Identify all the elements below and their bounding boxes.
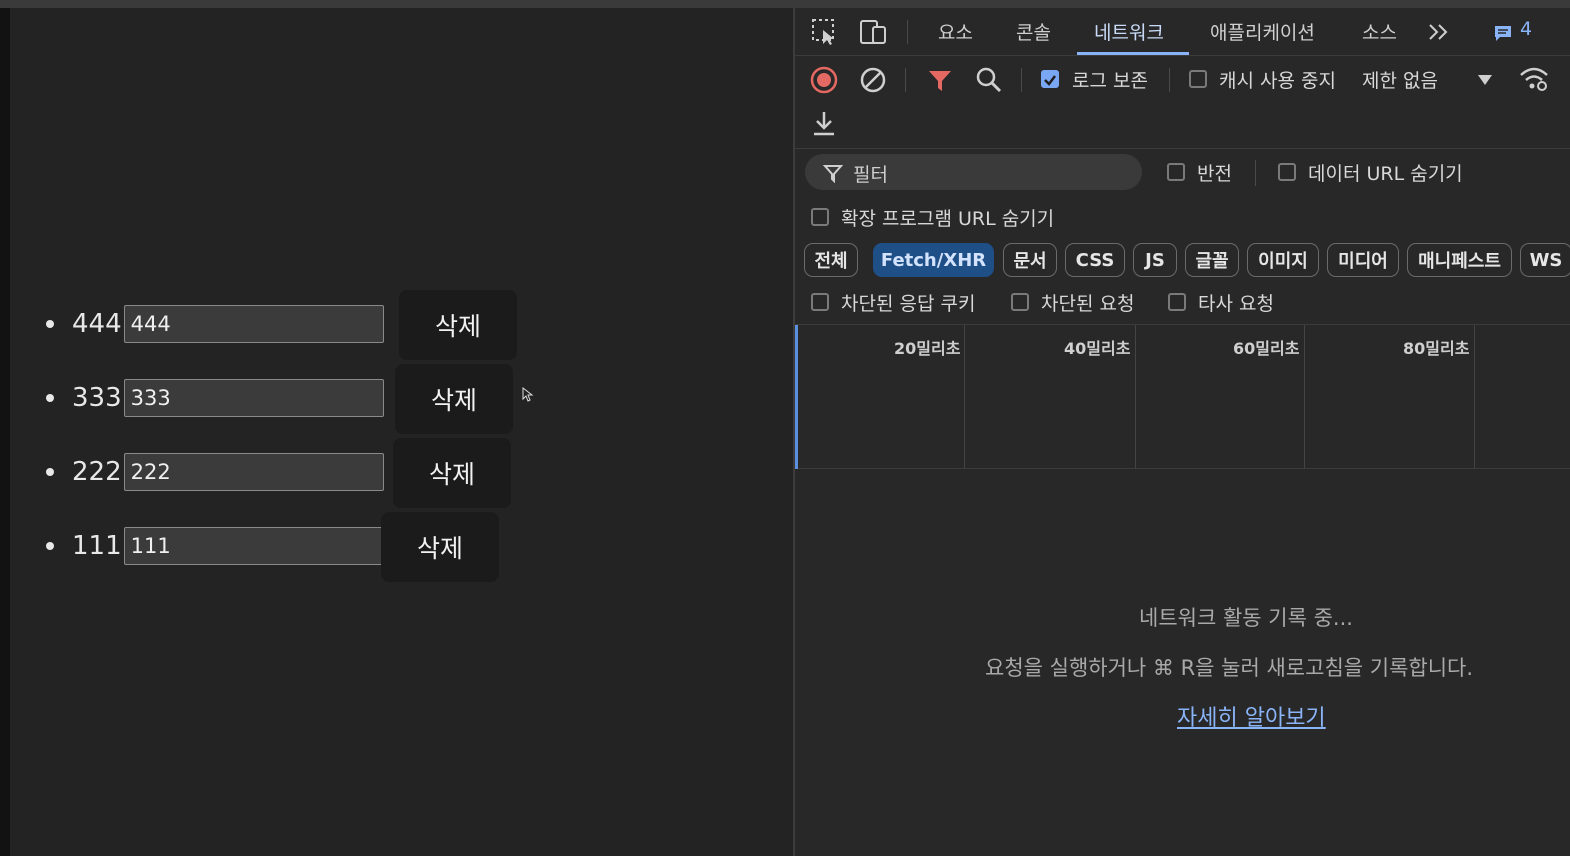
filter-placeholder: 필터 (853, 164, 888, 186)
item-text: 222 (72, 457, 122, 487)
chip-font[interactable]: 글꼴 (1185, 243, 1239, 277)
active-tab-indicator (1077, 52, 1189, 55)
separator (905, 68, 906, 92)
search-icon[interactable] (975, 66, 1003, 94)
timeline-gridline (1135, 325, 1136, 469)
list-item: 333 삭제 (46, 364, 513, 434)
blocked-requests-label: 차단된 요청 (1041, 293, 1135, 315)
filter-icon (823, 165, 843, 183)
preserve-log-label: 로그 보존 (1072, 70, 1148, 92)
blocked-cookies-checkbox[interactable] (811, 293, 829, 311)
item-edit-input[interactable] (123, 379, 384, 417)
item-edit-input[interactable] (123, 527, 384, 565)
timeline-tick-label: 80밀리초 (1403, 339, 1470, 358)
hide-data-urls-checkbox[interactable] (1278, 163, 1296, 181)
bullet (46, 468, 54, 476)
separator (1255, 160, 1256, 186)
window-left-edge (0, 8, 10, 856)
chip-doc[interactable]: 문서 (1003, 243, 1057, 277)
separator (907, 20, 908, 44)
timeline-tick-label: 60밀리초 (1233, 339, 1300, 358)
filter-input[interactable]: 필터 (805, 154, 1142, 190)
divider (795, 148, 1570, 149)
dropdown-arrow-icon[interactable] (1477, 74, 1493, 86)
issues-count[interactable]: 4 (1520, 18, 1532, 40)
network-toolbar: 로그 보존 캐시 사용 중지 제한 없음 (795, 56, 1570, 104)
throttling-select[interactable]: 제한 없음 (1362, 66, 1438, 93)
disable-cache-checkbox[interactable] (1189, 70, 1207, 88)
chip-css[interactable]: CSS (1065, 243, 1125, 277)
import-har-icon[interactable] (811, 109, 837, 137)
timeline-gridline (1304, 325, 1305, 469)
third-party-checkbox[interactable] (1168, 293, 1186, 311)
timeline-gridline (1474, 325, 1475, 469)
disable-cache-label: 캐시 사용 중지 (1219, 70, 1336, 92)
issues-message-icon[interactable] (1493, 24, 1513, 42)
bullet (46, 320, 54, 328)
third-party-label: 타사 요청 (1198, 293, 1274, 315)
empty-state-title: 네트워크 활동 기록 중... (1139, 606, 1353, 630)
item-text: 333 (72, 383, 122, 413)
empty-state-hint: 요청을 실행하거나 ⌘ R을 눌러 새로고침을 기록합니다. (985, 656, 1474, 680)
chip-js[interactable]: JS (1133, 243, 1177, 277)
network-timeline-overview[interactable]: 20밀리초 40밀리초 60밀리초 80밀리초 (795, 324, 1570, 469)
delete-button[interactable]: 삭제 (381, 512, 499, 582)
chip-media[interactable]: 미디어 (1327, 243, 1399, 277)
tab-console[interactable]: 콘솔 (1016, 18, 1051, 45)
delete-button[interactable]: 삭제 (395, 364, 513, 434)
separator (1021, 68, 1022, 92)
delete-button[interactable]: 삭제 (393, 438, 511, 508)
chip-img[interactable]: 이미지 (1247, 243, 1319, 277)
blocked-requests-checkbox[interactable] (1011, 293, 1029, 311)
tab-sources[interactable]: 소스 (1362, 18, 1397, 45)
chip-manifest[interactable]: 매니페스트 (1407, 243, 1512, 277)
item-text: 111 (72, 531, 122, 561)
devtools-tabbar: 요소 콘솔 네트워크 애플리케이션 소스 4 (795, 8, 1570, 56)
bullet (46, 542, 54, 550)
network-conditions-icon[interactable] (1519, 66, 1549, 92)
mouse-cursor-icon (522, 387, 534, 402)
item-text: 444 (72, 309, 122, 339)
window-top-strip (0, 0, 1570, 8)
clear-icon[interactable] (859, 66, 887, 94)
delete-button[interactable]: 삭제 (399, 290, 517, 360)
timeline-tick-label: 20밀리초 (894, 339, 961, 358)
tab-network[interactable]: 네트워크 (1094, 18, 1164, 45)
devtools-panel: 요소 콘솔 네트워크 애플리케이션 소스 4 로그 보존 캐시 사용 중지 제한… (793, 8, 1570, 856)
chip-all[interactable]: 전체 (804, 243, 858, 277)
more-tabs-chevron-icon[interactable] (1427, 22, 1451, 42)
tab-application[interactable]: 애플리케이션 (1210, 18, 1315, 45)
hide-extension-urls-checkbox[interactable] (811, 208, 829, 226)
learn-more-link[interactable]: 자세히 알아보기 (1177, 700, 1326, 732)
list-item: 444 삭제 (46, 290, 517, 360)
timeline-gridline (964, 325, 965, 469)
device-toolbar-icon[interactable] (859, 18, 889, 46)
hide-data-urls-label: 데이터 URL 숨기기 (1308, 163, 1463, 185)
item-edit-input[interactable] (123, 453, 384, 491)
hide-extension-urls-label: 확장 프로그램 URL 숨기기 (841, 208, 1055, 230)
chip-fetch-xhr[interactable]: Fetch/XHR (873, 243, 994, 277)
checkmark-icon (1044, 75, 1056, 86)
inspect-element-icon[interactable] (811, 18, 839, 46)
filter-funnel-icon[interactable] (927, 68, 953, 94)
separator (1169, 68, 1170, 92)
timeline-tick-label: 40밀리초 (1064, 339, 1131, 358)
item-edit-input[interactable] (123, 305, 384, 343)
list-item: 111 삭제 (46, 512, 499, 582)
bullet (46, 394, 54, 402)
blocked-cookies-label: 차단된 응답 쿠키 (841, 293, 976, 315)
record-stop-icon[interactable] (810, 66, 838, 94)
timeline-marker (795, 325, 798, 469)
invert-label: 반전 (1197, 163, 1232, 185)
chip-ws[interactable]: WS (1520, 243, 1570, 277)
list-item: 222 삭제 (46, 438, 511, 508)
preserve-log-checkbox[interactable] (1041, 70, 1059, 88)
tab-elements[interactable]: 요소 (938, 18, 973, 45)
invert-checkbox[interactable] (1167, 163, 1185, 181)
